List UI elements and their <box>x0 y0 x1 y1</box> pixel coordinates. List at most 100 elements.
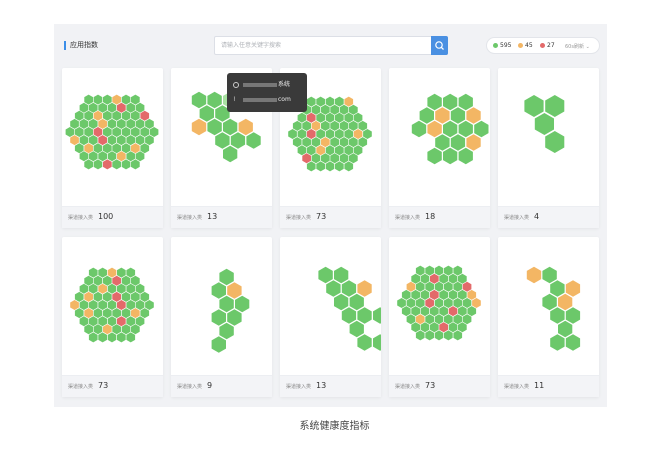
health-hex[interactable] <box>93 291 103 302</box>
health-hex[interactable] <box>131 159 140 170</box>
health-hex[interactable] <box>93 308 103 319</box>
health-hex[interactable] <box>430 306 439 317</box>
health-hex[interactable] <box>126 300 136 310</box>
health-hex[interactable] <box>458 120 473 138</box>
health-hex[interactable] <box>117 283 126 294</box>
health-hex[interactable] <box>145 118 154 129</box>
health-hex[interactable] <box>443 93 458 111</box>
health-hex[interactable] <box>526 266 542 284</box>
health-hex[interactable] <box>107 267 117 278</box>
health-hex[interactable] <box>311 104 321 115</box>
app-card[interactable]: 渠道接入类 13 <box>280 237 381 397</box>
health-hex[interactable] <box>448 273 458 284</box>
health-hex[interactable] <box>349 137 358 148</box>
health-hex[interactable] <box>427 120 442 138</box>
health-hex[interactable] <box>70 300 79 310</box>
health-hex[interactable] <box>191 91 207 109</box>
health-hex[interactable] <box>420 289 430 300</box>
health-hex[interactable] <box>211 282 226 299</box>
health-hex[interactable] <box>444 265 453 276</box>
health-hex[interactable] <box>448 306 458 317</box>
health-hex[interactable] <box>112 94 121 105</box>
health-hex[interactable] <box>140 127 150 137</box>
health-hex[interactable] <box>230 132 246 149</box>
health-hex[interactable] <box>88 102 98 113</box>
health-hex[interactable] <box>140 143 150 154</box>
health-hex[interactable] <box>448 289 458 300</box>
health-hex[interactable] <box>363 129 372 139</box>
health-hex[interactable] <box>401 306 411 317</box>
health-hex[interactable] <box>474 120 489 138</box>
health-hex[interactable] <box>444 281 453 292</box>
health-hex[interactable] <box>107 316 117 327</box>
health-hex[interactable] <box>344 145 354 156</box>
health-hex[interactable] <box>93 143 103 154</box>
health-hex[interactable] <box>103 291 112 302</box>
health-hex[interactable] <box>107 118 117 129</box>
health-hex[interactable] <box>84 94 93 105</box>
health-hex[interactable] <box>430 289 439 300</box>
health-hex[interactable] <box>334 293 349 311</box>
health-hex[interactable] <box>107 332 117 343</box>
health-hex[interactable] <box>419 107 434 124</box>
health-hex[interactable] <box>140 110 150 121</box>
health-hex[interactable] <box>321 104 330 115</box>
health-hex[interactable] <box>349 293 364 311</box>
health-hex[interactable] <box>466 107 481 124</box>
health-hex[interactable] <box>558 293 573 311</box>
health-hex[interactable] <box>131 308 140 319</box>
health-hex[interactable] <box>334 266 349 284</box>
health-hex[interactable] <box>425 330 434 341</box>
health-hex[interactable] <box>107 102 117 113</box>
health-hex[interactable] <box>344 112 354 123</box>
health-hex[interactable] <box>107 300 117 310</box>
health-hex[interactable] <box>550 280 565 297</box>
health-hex[interactable] <box>316 96 325 107</box>
health-hex[interactable] <box>311 153 321 164</box>
health-hex[interactable] <box>462 298 472 308</box>
health-hex[interactable] <box>339 120 349 131</box>
health-hex[interactable] <box>84 308 93 319</box>
health-hex[interactable] <box>330 153 339 164</box>
health-hex[interactable] <box>458 306 467 317</box>
health-hex[interactable] <box>458 322 467 333</box>
health-hex[interactable] <box>462 314 472 325</box>
health-hex[interactable] <box>411 120 427 138</box>
health-hex[interactable] <box>88 267 98 278</box>
health-hex[interactable] <box>335 129 344 139</box>
health-hex[interactable] <box>98 283 107 294</box>
health-hex[interactable] <box>453 265 463 276</box>
health-hex[interactable] <box>121 324 131 335</box>
health-hex[interactable] <box>79 300 89 310</box>
health-hex[interactable] <box>219 268 234 286</box>
health-hex[interactable] <box>135 316 145 327</box>
health-hex[interactable] <box>330 137 339 148</box>
health-hex[interactable] <box>145 135 154 146</box>
health-hex[interactable] <box>425 314 434 325</box>
health-hex[interactable] <box>65 127 75 137</box>
health-hex[interactable] <box>467 306 477 317</box>
health-hex[interactable] <box>131 94 140 105</box>
health-hex[interactable] <box>467 289 477 300</box>
health-hex[interactable] <box>131 127 140 137</box>
health-hex[interactable] <box>415 281 425 292</box>
health-hex[interactable] <box>311 137 321 148</box>
health-hex[interactable] <box>131 110 140 121</box>
health-hex[interactable] <box>297 129 307 139</box>
health-hex[interactable] <box>420 273 430 284</box>
health-hex[interactable] <box>219 322 234 340</box>
health-hex[interactable] <box>411 273 420 284</box>
health-hex[interactable] <box>103 308 112 319</box>
health-hex[interactable] <box>349 320 364 338</box>
health-hex[interactable] <box>458 93 473 111</box>
health-hex[interactable] <box>406 298 416 308</box>
health-hex[interactable] <box>326 280 341 297</box>
health-hex[interactable] <box>79 135 89 146</box>
health-hex[interactable] <box>126 102 136 113</box>
search-button[interactable] <box>431 36 448 55</box>
health-hex[interactable] <box>439 273 448 284</box>
health-hex[interactable] <box>223 118 238 136</box>
health-hex[interactable] <box>472 298 481 308</box>
health-hex[interactable] <box>316 161 325 172</box>
health-hex[interactable] <box>430 273 439 284</box>
